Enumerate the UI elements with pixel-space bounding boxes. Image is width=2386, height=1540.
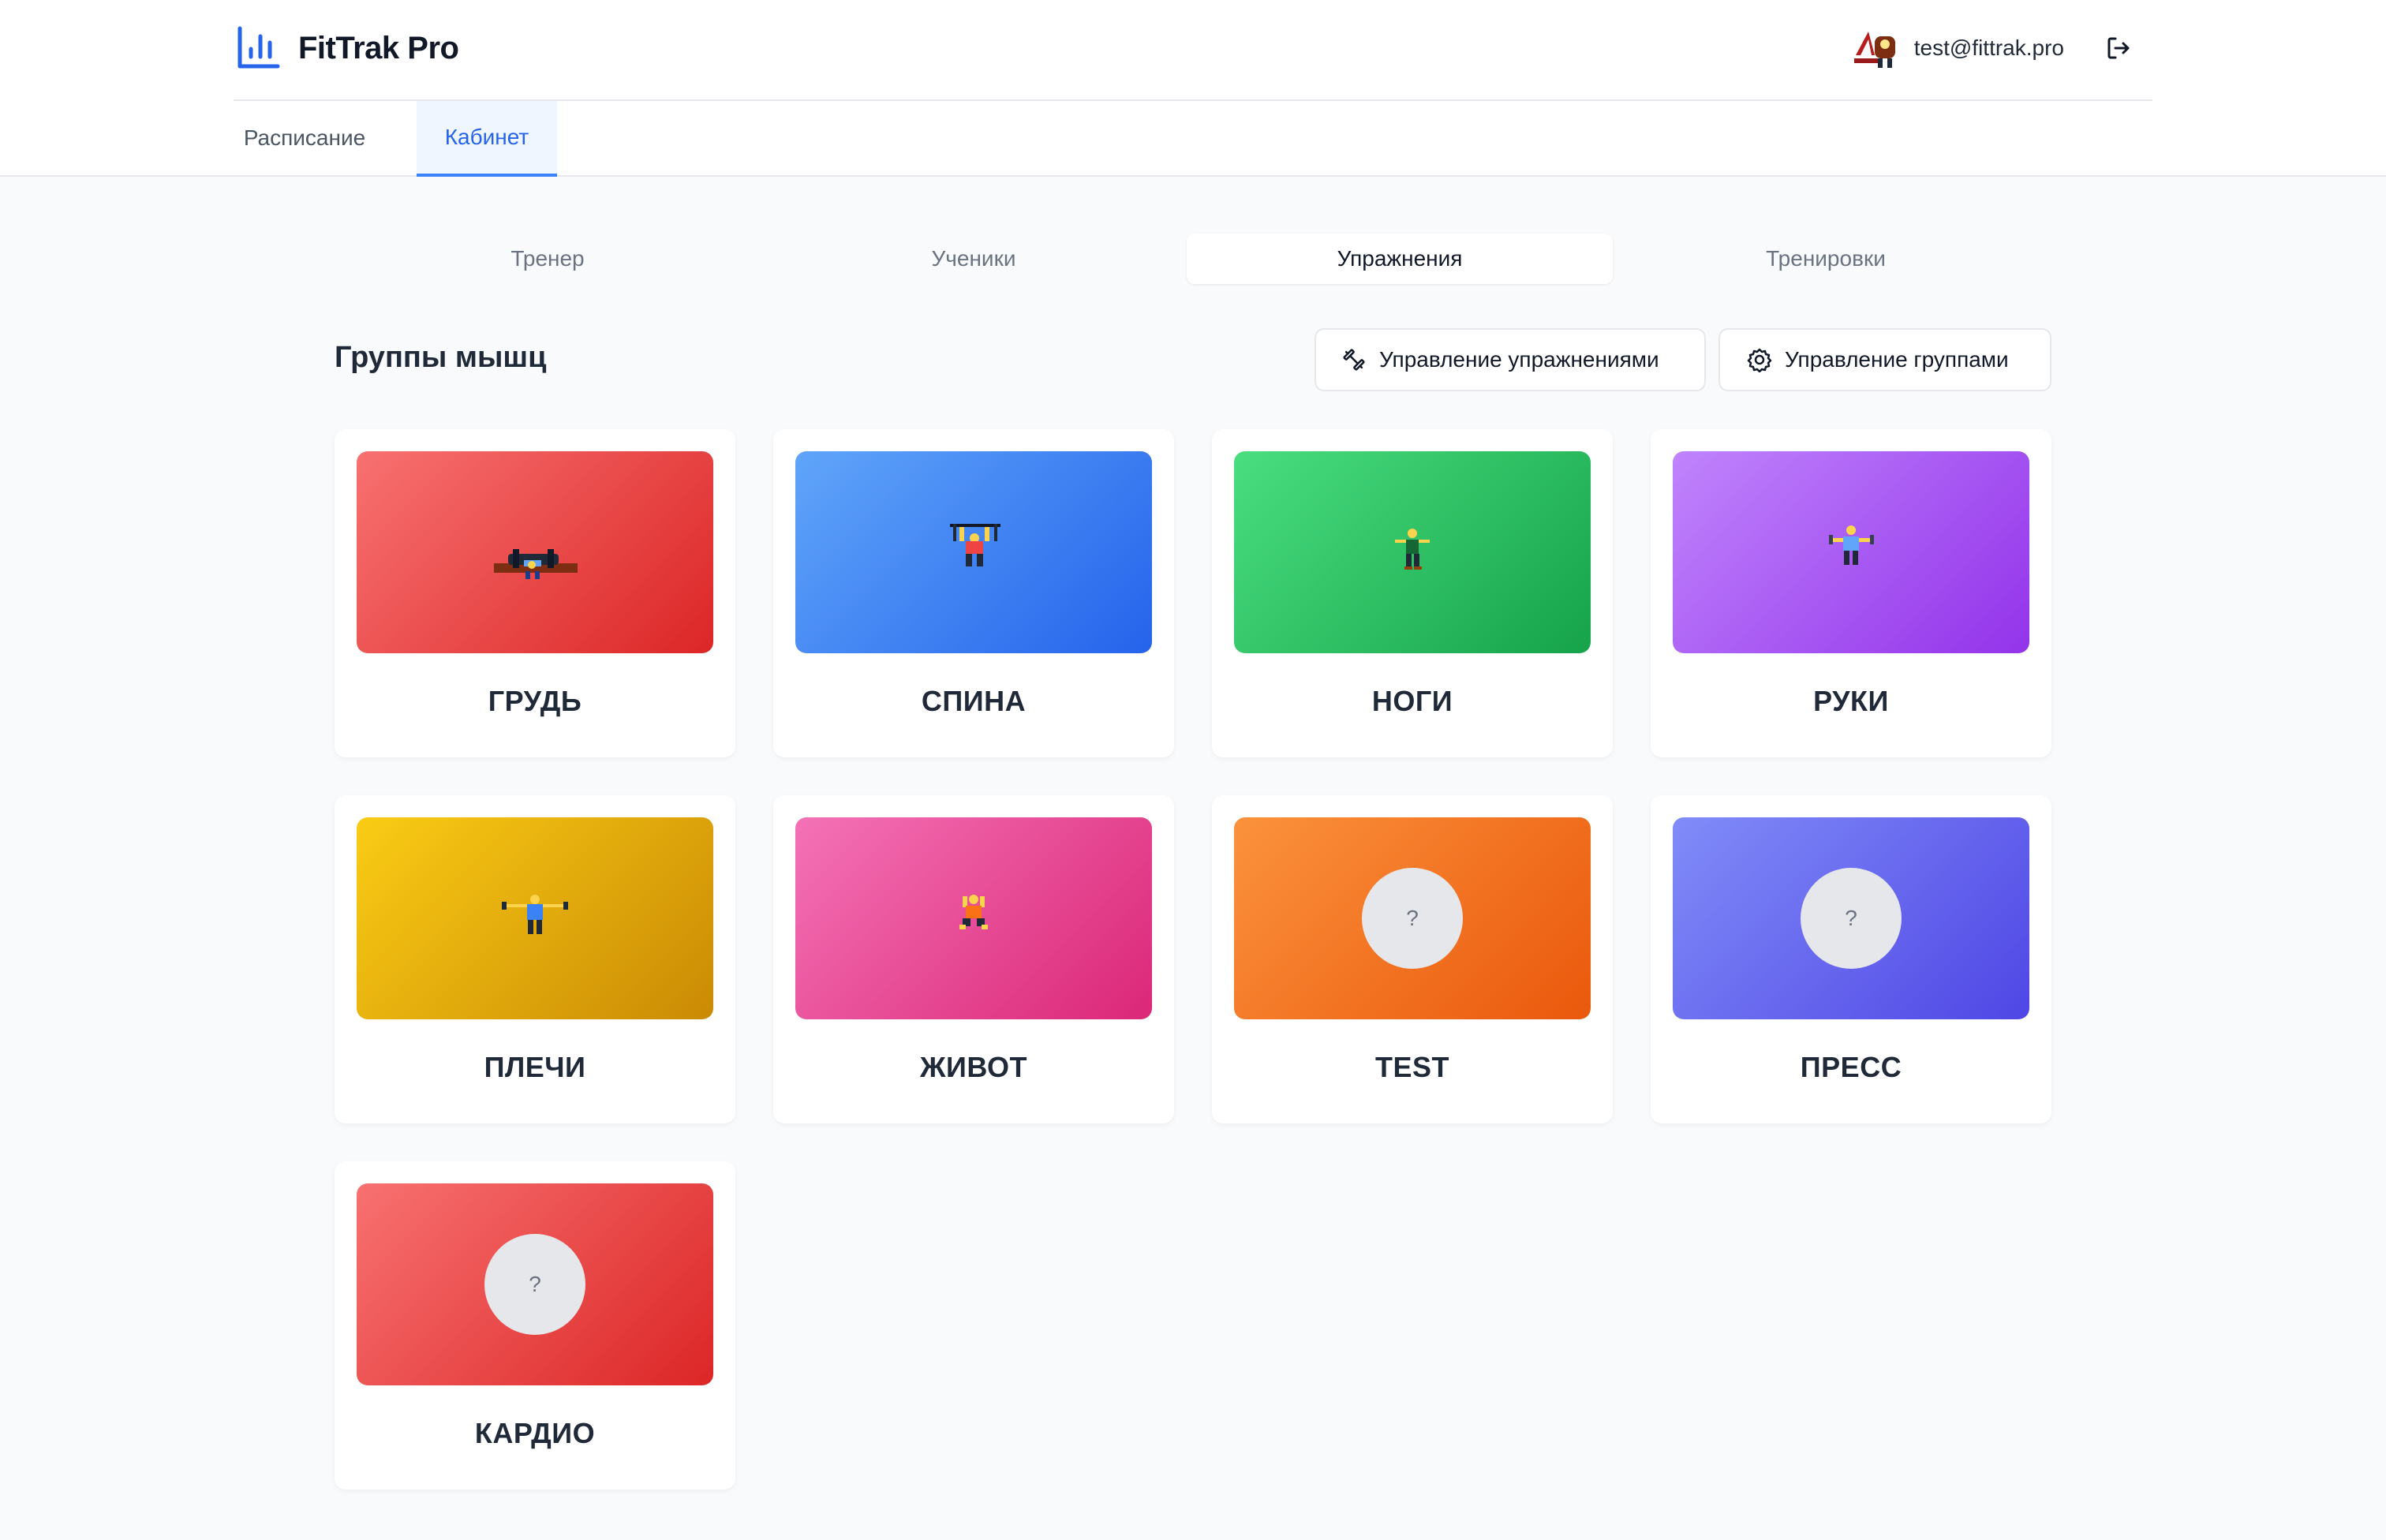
cabinet-subtabs: Тренер Ученики Упражнения Тренировки bbox=[335, 234, 2051, 284]
app-title: FitTrak Pro bbox=[298, 30, 459, 65]
gear-icon bbox=[1747, 348, 1772, 372]
group-name: КАРДИО bbox=[474, 1417, 596, 1449]
group-name: TEST bbox=[1374, 1051, 1449, 1083]
user-email: test@fittrak.pro bbox=[1913, 36, 2064, 60]
group-name: ЖИВОТ bbox=[919, 1051, 1027, 1083]
group-name: ПЛЕЧИ bbox=[484, 1051, 586, 1083]
image-placeholder: ? bbox=[484, 1234, 585, 1335]
group-name: НОГИ bbox=[1371, 685, 1453, 717]
bench-press-figure-icon bbox=[494, 549, 578, 579]
group-card-arms[interactable]: РУКИ bbox=[1651, 429, 2051, 757]
group-card-back[interactable]: СПИНА bbox=[773, 429, 1174, 757]
group-name: РУКИ bbox=[1813, 685, 1889, 717]
squat-figure-icon bbox=[1395, 529, 1430, 570]
group-image: ? bbox=[357, 1183, 713, 1385]
group-card-test[interactable]: ? TEST bbox=[1212, 795, 1613, 1123]
app-header: FitTrak Pro test@fittrak.pro Расписание … bbox=[0, 0, 2386, 177]
crunch-figure-icon bbox=[959, 895, 988, 929]
subtab-students[interactable]: Ученики bbox=[761, 234, 1187, 284]
manage-exercises-label: Управление упражнениями bbox=[1379, 347, 1659, 372]
dumbbell-icon bbox=[1343, 349, 1365, 371]
pull-up-figure-icon bbox=[950, 524, 1000, 566]
logout-icon[interactable] bbox=[2105, 35, 2132, 62]
group-name: СПИНА bbox=[921, 685, 1027, 717]
group-image bbox=[1673, 451, 2029, 653]
group-card-cardio[interactable]: ? КАРДИО bbox=[335, 1161, 735, 1490]
group-card-press[interactable]: ? ПРЕСС bbox=[1651, 795, 2051, 1123]
main-nav: Расписание Кабинет bbox=[234, 101, 557, 177]
subtab-exercises[interactable]: Упражнения bbox=[1187, 234, 1613, 284]
group-image: ? bbox=[1234, 817, 1591, 1019]
subtab-trainer[interactable]: Тренер bbox=[335, 234, 761, 284]
group-image bbox=[1234, 451, 1591, 653]
group-card-chest[interactable]: ГРУДЬ bbox=[335, 429, 735, 757]
manage-groups-button[interactable]: Управление группами bbox=[1718, 328, 2051, 391]
avatar[interactable] bbox=[1851, 22, 1903, 74]
tab-schedule[interactable]: Расписание bbox=[234, 101, 376, 175]
group-image bbox=[795, 451, 1152, 653]
subtab-workouts[interactable]: Тренировки bbox=[1613, 234, 2039, 284]
image-placeholder: ? bbox=[1362, 868, 1463, 969]
section-title: Группы мышц bbox=[335, 341, 547, 374]
bar-chart-icon bbox=[237, 26, 280, 69]
lateral-raise-figure-icon bbox=[502, 895, 568, 934]
group-card-legs[interactable]: НОГИ bbox=[1212, 429, 1613, 757]
user-menu: test@fittrak.pro bbox=[1851, 22, 2132, 74]
group-image: ? bbox=[1673, 817, 2029, 1019]
app-logo[interactable]: FitTrak Pro bbox=[235, 25, 459, 71]
group-name: ПРЕСС bbox=[1800, 1051, 1902, 1083]
group-image bbox=[357, 451, 713, 653]
group-name: ГРУДЬ bbox=[488, 685, 582, 717]
manage-exercises-button[interactable]: Управление упражнениями bbox=[1315, 328, 1706, 391]
group-image bbox=[795, 817, 1152, 1019]
image-placeholder: ? bbox=[1801, 868, 1902, 969]
manage-groups-label: Управление группами bbox=[1785, 347, 2009, 372]
tab-cabinet[interactable]: Кабинет bbox=[417, 101, 557, 177]
group-image bbox=[357, 817, 713, 1019]
avatar-image bbox=[1853, 32, 1895, 68]
group-card-shoulders[interactable]: ПЛЕЧИ bbox=[335, 795, 735, 1123]
header-top-bar: FitTrak Pro test@fittrak.pro bbox=[234, 0, 2152, 101]
curl-figure-icon bbox=[1829, 525, 1874, 565]
group-card-belly[interactable]: ЖИВОТ bbox=[773, 795, 1174, 1123]
